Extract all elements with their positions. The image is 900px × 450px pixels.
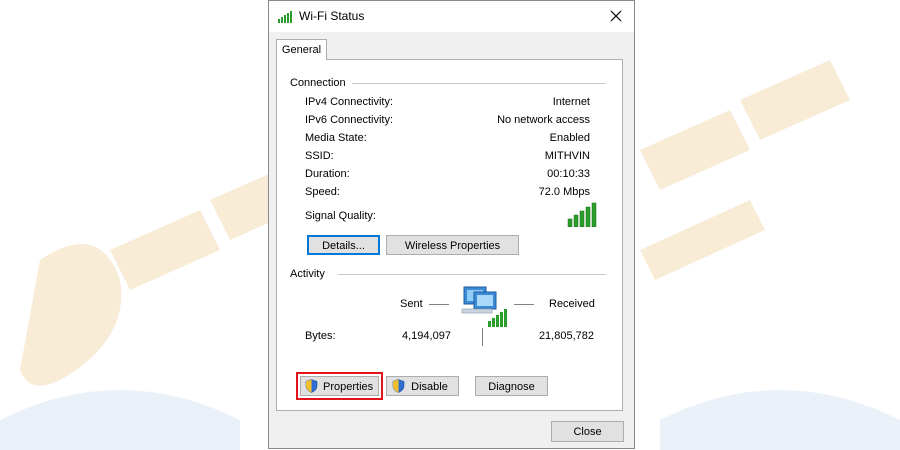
connection-divider bbox=[352, 83, 606, 84]
window-title: Wi-Fi Status bbox=[299, 9, 365, 23]
properties-button[interactable]: Properties bbox=[300, 376, 379, 396]
received-connector-line bbox=[514, 304, 534, 305]
ipv4-value: Internet bbox=[552, 96, 590, 108]
activity-separator bbox=[482, 328, 483, 346]
diagnose-button[interactable]: Diagnose bbox=[475, 376, 548, 396]
close-icon[interactable] bbox=[605, 5, 627, 27]
ssid-label: SSID: bbox=[305, 150, 334, 162]
disable-button[interactable]: Disable bbox=[386, 376, 459, 396]
signal-quality-label: Signal Quality: bbox=[305, 210, 376, 222]
ipv6-label: IPv6 Connectivity: bbox=[305, 114, 394, 126]
wifi-status-dialog: Wi-Fi Status General Connection IPv4 Con… bbox=[268, 0, 635, 449]
speed-label: Speed: bbox=[305, 186, 340, 198]
title-bar[interactable]: Wi-Fi Status bbox=[269, 1, 634, 32]
media-state-label: Media State: bbox=[305, 132, 367, 144]
network-computers-icon bbox=[461, 286, 507, 327]
general-tab-panel: Connection IPv4 Connectivity: Internet I… bbox=[276, 59, 623, 411]
wireless-properties-button[interactable]: Wireless Properties bbox=[386, 235, 519, 255]
ssid-value: MITHVIN bbox=[544, 150, 590, 162]
tab-general[interactable]: General bbox=[276, 39, 327, 60]
connection-heading: Connection bbox=[290, 77, 346, 89]
wifi-signal-icon bbox=[278, 11, 292, 23]
duration-value: 00:10:33 bbox=[547, 168, 590, 180]
bytes-received-value: 21,805,782 bbox=[538, 330, 594, 342]
close-button[interactable]: Close bbox=[551, 421, 624, 442]
bytes-sent-value: 4,194,097 bbox=[402, 330, 451, 342]
sent-connector-line bbox=[429, 304, 449, 305]
media-state-value: Enabled bbox=[549, 132, 590, 144]
signal-strength-icon bbox=[567, 202, 597, 227]
activity-divider bbox=[338, 274, 606, 275]
uac-shield-icon bbox=[392, 379, 405, 393]
uac-shield-icon bbox=[305, 379, 318, 393]
bytes-label: Bytes: bbox=[305, 330, 336, 342]
ipv4-label: IPv4 Connectivity: bbox=[305, 96, 394, 108]
received-label: Received bbox=[549, 298, 595, 310]
sent-label: Sent bbox=[400, 298, 423, 310]
ipv6-value: No network access bbox=[497, 114, 590, 126]
duration-label: Duration: bbox=[305, 168, 350, 180]
speed-value: 72.0 Mbps bbox=[538, 186, 590, 198]
activity-heading: Activity bbox=[290, 268, 325, 280]
details-button[interactable]: Details... bbox=[307, 235, 380, 255]
